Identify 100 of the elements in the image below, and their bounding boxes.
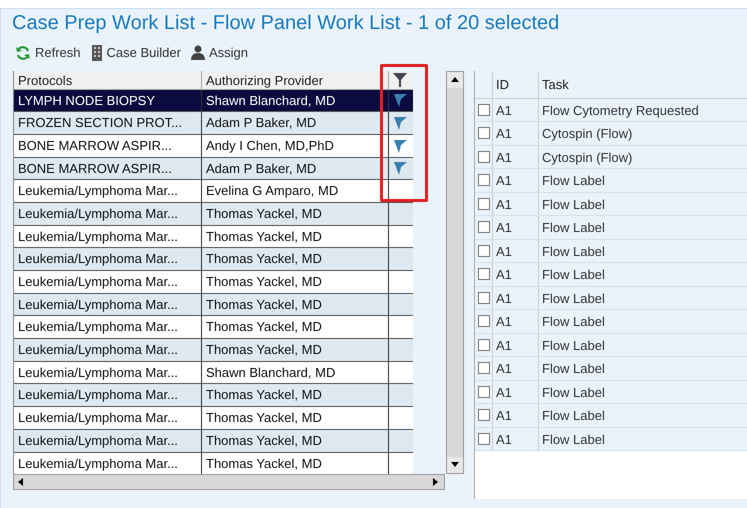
table-cell: Thomas Yackel, MD	[202, 226, 389, 248]
table-row[interactable]: BONE MARROW ASPIR... Andy I Chen, MD,PhD	[14, 134, 413, 158]
filter-icon[interactable]	[393, 72, 407, 86]
checkbox[interactable]	[478, 338, 490, 351]
table-cell: Leukemia/Lymphoma Mar...	[14, 226, 202, 248]
table-cell: A1	[493, 263, 539, 286]
table-cell: BONE MARROW ASPIR...	[14, 158, 202, 180]
table-cell: LYMPH NODE BIOPSY	[14, 90, 202, 112]
table-cell: FROZEN SECTION PROT...	[14, 112, 202, 134]
table-cell: A1	[493, 216, 539, 238]
table-cell: Leukemia/Lymphoma Mar...	[14, 271, 202, 293]
table-cell: Thomas Yackel, MD	[202, 294, 389, 316]
table-cell: Thomas Yackel, MD	[202, 271, 389, 293]
table-cell: Thomas Yackel, MD	[202, 430, 389, 452]
table-row[interactable]: Leukemia/Lymphoma Mar... Thomas Yackel, MD	[14, 271, 413, 294]
vertical-scrollbar[interactable]	[446, 70, 464, 474]
table-cell: A1	[493, 404, 539, 426]
table-row[interactable]: Leukemia/Lymphoma Mar... Thomas Yackel, MD	[14, 339, 413, 362]
checkbox[interactable]	[478, 221, 490, 234]
up-arrow-icon	[451, 77, 459, 82]
column-header[interactable]: Authorizing Provider	[202, 70, 389, 88]
table-cell-text: Flow Label	[541, 430, 606, 448]
table-cell: A1	[493, 146, 539, 168]
table-cell: A1	[493, 286, 539, 309]
table-row[interactable]: Leukemia/Lymphoma Mar... Thomas Yackel, MD	[14, 226, 413, 248]
left-arrow-icon	[18, 478, 23, 486]
table-cell: BONE MARROW ASPIR...	[14, 134, 202, 157]
table-cell-text: Flow Label	[541, 266, 606, 284]
table-cell: Thomas Yackel, MD	[202, 202, 389, 225]
table-cell: Thomas Yackel, MD	[202, 248, 389, 270]
table-row[interactable]: Leukemia/Lymphoma Mar... Thomas Yackel, MD	[14, 316, 413, 340]
table-cell: Leukemia/Lymphoma Mar...	[14, 384, 202, 406]
checkbox[interactable]	[478, 268, 490, 280]
table-cell: Leukemia/Lymphoma Mar...	[14, 407, 202, 429]
table-cell: A1	[493, 428, 539, 450]
checkbox[interactable]	[478, 386, 490, 398]
table-row[interactable]: LYMPH NODE BIOPSY Shawn Blanchard, MD	[14, 90, 413, 112]
horizontal-scrollbar[interactable]	[13, 474, 445, 490]
table-row[interactable]: Leukemia/Lymphoma Mar... Evelina G Amparo, MD	[14, 180, 413, 203]
table-cell: Leukemia/Lymphoma Mar...	[14, 430, 202, 452]
table-cell: Shawn Blanchard, MD	[202, 90, 389, 112]
column-header[interactable]: Protocols	[14, 70, 202, 88]
checkbox[interactable]	[478, 362, 490, 374]
column-header[interactable]: ID	[493, 70, 539, 98]
table-cell: A1	[493, 240, 539, 262]
table-cell-text: Cytospin (Flow)	[541, 125, 634, 143]
table-cell: Leukemia/Lymphoma Mar...	[14, 294, 202, 316]
table-cell: A1	[493, 380, 539, 403]
toolbar-button[interactable]: Case Builder	[90, 43, 181, 62]
table-row[interactable]: Leukemia/Lymphoma Mar... Thomas Yackel, MD	[14, 452, 413, 476]
checkbox[interactable]	[478, 244, 490, 257]
table-cell: Adam P Baker, MD	[202, 158, 389, 180]
table-row[interactable]: Leukemia/Lymphoma Mar... Shawn Blanchard, MD	[14, 362, 413, 384]
table-cell-text: Flow Label	[541, 407, 606, 425]
checkbox[interactable]	[478, 104, 490, 116]
checkbox[interactable]	[478, 127, 490, 140]
table-cell: Evelina G Amparo, MD	[202, 180, 389, 202]
table-cell-text: Flow Label	[541, 290, 606, 308]
table-row[interactable]: Leukemia/Lymphoma Mar... Thomas Yackel, MD	[14, 384, 413, 408]
table-cell-text: Flow Label	[541, 219, 606, 237]
table-cell: Thomas Yackel, MD	[202, 384, 389, 406]
table-cell: A1	[493, 310, 539, 332]
table-cell: Thomas Yackel, MD	[202, 407, 389, 429]
table-cell: A1	[493, 122, 539, 144]
table-row[interactable]: Leukemia/Lymphoma Mar... Thomas Yackel, MD	[14, 202, 413, 226]
table-cell: Shawn Blanchard, MD	[202, 362, 389, 384]
checkbox[interactable]	[478, 198, 490, 210]
checkbox[interactable]	[478, 292, 490, 304]
table-row[interactable]: BONE MARROW ASPIR... Adam P Baker, MD	[14, 158, 413, 180]
table-cell: Thomas Yackel, MD	[202, 316, 389, 338]
table-row[interactable]: Leukemia/Lymphoma Mar... Thomas Yackel, MD	[14, 407, 413, 430]
checkbox[interactable]	[478, 174, 490, 186]
table-row[interactable]: Leukemia/Lymphoma Mar... Thomas Yackel, MD	[14, 248, 413, 271]
checkbox[interactable]	[478, 315, 490, 328]
table-cell-text: Cytospin (Flow)	[541, 148, 634, 167]
table-cell: A1	[493, 357, 539, 380]
table-cell: Adam P Baker, MD	[202, 112, 389, 134]
table-cell-text: Flow Label	[541, 242, 606, 260]
person-icon	[190, 45, 205, 60]
table-cell-text: Flow Label	[541, 313, 606, 331]
checkbox[interactable]	[478, 432, 490, 445]
table-row[interactable]: Leukemia/Lymphoma Mar... Thomas Yackel, MD	[14, 294, 413, 316]
table-cell: Leukemia/Lymphoma Mar...	[14, 316, 202, 338]
toolbar-button[interactable]: Assign	[190, 43, 248, 62]
table-row[interactable]: FROZEN SECTION PROT... Adam P Baker, MD	[14, 112, 413, 135]
checkbox[interactable]	[478, 150, 490, 163]
table-cell: A1	[493, 98, 539, 121]
building-icon	[90, 44, 103, 61]
column-header[interactable]: Task	[539, 70, 747, 98]
toolbar-button[interactable]: Refresh	[15, 43, 81, 62]
checkbox[interactable]	[478, 409, 490, 422]
table-cell: A1	[493, 169, 539, 192]
refresh-icon	[15, 44, 31, 61]
table-cell-text: Flow Label	[541, 336, 606, 354]
table-cell: Thomas Yackel, MD	[202, 339, 389, 361]
right-arrow-icon	[433, 478, 438, 486]
table-cell: A1	[493, 334, 539, 356]
table-row[interactable]: Leukemia/Lymphoma Mar... Thomas Yackel, MD	[14, 430, 413, 452]
table-cell-text: Flow Cytometry Requested	[541, 102, 700, 120]
table-cell: Andy I Chen, MD,PhD	[202, 134, 389, 157]
